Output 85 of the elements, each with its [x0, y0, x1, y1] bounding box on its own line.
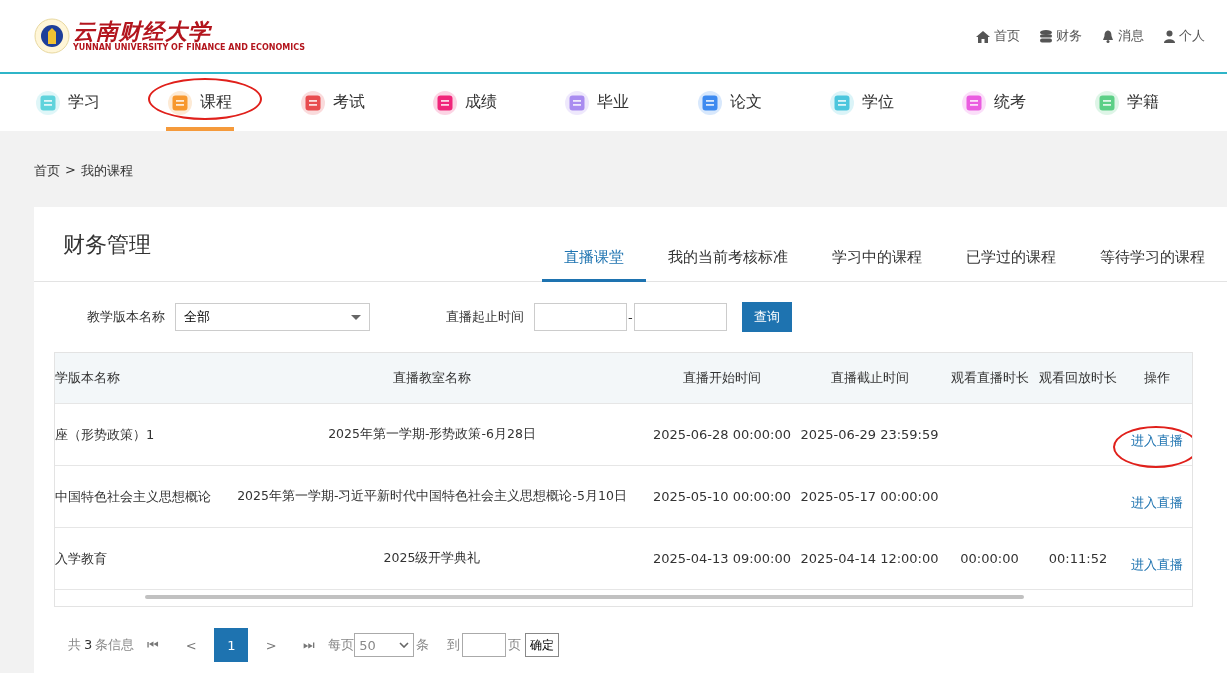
first-page-button[interactable]: ⏮ [134, 637, 173, 653]
table-cell: 2025-06-28 00:00:00 [652, 427, 792, 442]
database-icon [1040, 29, 1052, 43]
table-cell: 00:11:52 [1048, 551, 1108, 566]
filter-label: 教学版本名称 [87, 308, 165, 326]
goto-unit: 页 [508, 636, 522, 654]
tab[interactable]: 直播课堂 [542, 248, 646, 282]
tab[interactable]: 已学过的课程 [944, 248, 1078, 282]
table-cell: 2025-05-17 00:00:00 [800, 489, 939, 504]
column-header: 直播截止时间 [829, 369, 910, 387]
page-number-field[interactable] [462, 633, 507, 657]
per-page-label: 每页 [328, 636, 355, 654]
query-button[interactable]: 查询 [741, 302, 792, 332]
chevron-down-icon [399, 642, 410, 648]
header-link[interactable]: 个人 [1164, 27, 1205, 45]
university-name: 云南财经大学 [73, 19, 305, 43]
table-cell: 2025级开学典礼 [383, 550, 481, 565]
table-cell: 2025-04-14 12:00:00 [800, 551, 939, 566]
nav-label: 成绩 [465, 92, 497, 113]
home-icon [976, 29, 990, 43]
breadcrumb-separator: > [65, 162, 76, 177]
table-cell: 2025年第一学期-习近平新时代中国特色社会主义思想概论-5月10日 [237, 488, 627, 503]
column-header: 直播开始时间 [682, 369, 762, 387]
page-button[interactable]: 1 [214, 628, 249, 662]
emblem-icon [34, 18, 70, 54]
nav-item[interactable]: 毕业 [565, 74, 630, 131]
column-header: 直播教室名称 [392, 369, 472, 387]
table-cell: 2025-04-13 09:00:00 [652, 551, 792, 566]
table-cell: 入学教育 [55, 550, 107, 566]
table-cell: 座（形势政策）1 [55, 426, 155, 442]
nav-item[interactable]: 学位 [829, 74, 894, 131]
confirm-button[interactable]: 确定 [525, 633, 560, 657]
per-page-dropdown[interactable]: 50 [354, 633, 415, 657]
university-subtitle: YUNNAN UNIVERSITY OF FINANCE AND ECONOMICS [73, 43, 305, 53]
nav-label: 学习 [68, 92, 100, 113]
nav-item[interactable]: 学籍 [1094, 74, 1159, 131]
tab[interactable]: 学习中的课程 [810, 248, 944, 282]
table-cell: 2025年第一学期-形势政策-6月28日 [328, 426, 536, 441]
nav-label: 论文 [729, 92, 762, 113]
next-page-button[interactable]: > [252, 637, 291, 653]
per-page-unit: 条 [416, 636, 430, 654]
column-header: 操作 [1142, 369, 1171, 387]
end-time-field[interactable] [633, 303, 727, 331]
header-link[interactable]: 财务 [1040, 27, 1082, 45]
tab[interactable]: 等待学习的课程 [1078, 248, 1227, 282]
bell-icon [1102, 29, 1114, 43]
range-separator: - [628, 309, 633, 325]
column-header: 观看回放时长 [1038, 369, 1118, 387]
column-header: 观看直播时长 [949, 369, 1030, 387]
nav-item[interactable]: 成绩 [433, 74, 497, 131]
enter-live-link[interactable]: 进入直播 [1130, 419, 1183, 450]
nav-label: 毕业 [597, 92, 630, 113]
table-cell: 2025-06-29 23:59:59 [800, 427, 939, 442]
nav-item[interactable]: 统考 [962, 74, 1027, 131]
version-dropdown[interactable]: 全部 [175, 303, 370, 331]
scrollbar-thumb[interactable] [145, 595, 1024, 599]
table-cell: 00:00:00 [960, 551, 1019, 566]
filter-label: 直播起止时间 [446, 308, 524, 326]
last-page-button[interactable]: ⏭ [290, 637, 329, 653]
tab[interactable]: 我的当前考核标准 [646, 248, 810, 282]
total-count: 共 3 条信息 [68, 636, 135, 654]
card-title: 财务管理 [63, 231, 151, 259]
column-header: 学版本名称 [55, 369, 121, 387]
nav-item[interactable]: 学习 [36, 74, 100, 131]
nav-label: 考试 [332, 92, 365, 113]
enter-live-link[interactable]: 进入直播 [1130, 543, 1183, 574]
nav-label: 学籍 [1126, 92, 1159, 113]
nav-item[interactable]: 课程 [168, 74, 233, 131]
breadcrumb-item: 我的课程 [80, 162, 133, 180]
header-link[interactable]: 消息 [1102, 27, 1144, 45]
table-cell: 2025-05-10 00:00:00 [652, 489, 792, 504]
nav-label: 课程 [200, 92, 233, 113]
nav-item[interactable]: 考试 [300, 74, 365, 131]
nav-item[interactable]: 论文 [697, 74, 762, 131]
nav-label: 学位 [861, 92, 894, 113]
prev-page-button[interactable]: < [172, 637, 211, 653]
table-cell: 中国特色社会主义思想概论 [55, 488, 211, 504]
start-time-field[interactable] [534, 303, 627, 331]
nav-label: 统考 [994, 92, 1027, 113]
breadcrumb-item[interactable]: 首页 [34, 162, 60, 180]
enter-live-link[interactable]: 进入直播 [1130, 481, 1183, 512]
caret-icon [351, 314, 361, 320]
header-link[interactable]: 首页 [976, 27, 1020, 45]
user-icon [1164, 29, 1175, 43]
goto-label: 到 [447, 636, 461, 654]
